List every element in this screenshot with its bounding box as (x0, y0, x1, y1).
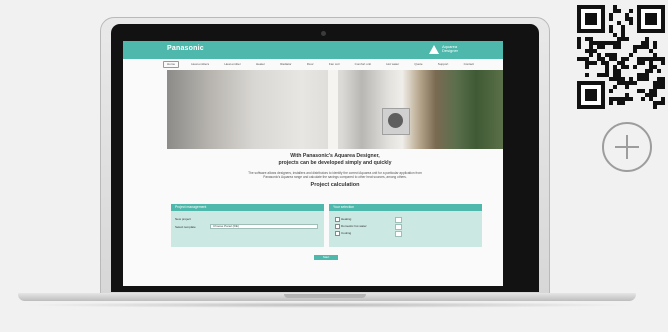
select-template-label: Select template (175, 225, 196, 229)
nav-item-2[interactable]: Heat emitter (221, 61, 243, 68)
brand-line-2: Designer (442, 48, 459, 53)
start-button[interactable]: Start (314, 255, 338, 260)
aquarea-brand: Aquarea Designer (429, 44, 491, 56)
nav-item-3[interactable]: Heater (253, 61, 268, 68)
selection-panel-title: Your selection (329, 204, 482, 211)
intro-text: The software allows designers, installer… (248, 171, 422, 180)
nav-item-7[interactable]: Comfort unit (352, 61, 374, 68)
cooling-checkbox[interactable] (335, 231, 340, 236)
option-cooling: Cooling (341, 230, 352, 235)
cooling-field[interactable] (395, 230, 402, 237)
hot-water-checkbox[interactable] (335, 224, 340, 229)
laptop-notch (284, 294, 366, 298)
project-panel-title: Project management (171, 204, 324, 211)
heating-checkbox[interactable] (335, 217, 340, 222)
laptop-shadow (20, 302, 634, 308)
nav-item-9[interactable]: Quote (411, 61, 425, 68)
heat-pump-unit (382, 108, 410, 135)
site-nav: Home Heat emitters Heat emitter Heater Radia… (163, 60, 477, 69)
nav-item-6[interactable]: Fan coil (326, 61, 343, 68)
qr-code-icon[interactable] (577, 5, 665, 109)
hot-water-field[interactable] (395, 223, 402, 230)
hero-heading: With Panasonic's Aquarea Designer, proje… (278, 153, 392, 166)
camera-icon (321, 31, 326, 36)
nav-item-4[interactable]: Radiator (277, 61, 294, 68)
project-panel: Project management New project Select te… (171, 204, 324, 247)
template-select[interactable]: Choose Panel (DE) (210, 224, 318, 229)
nav-item-10[interactable]: Support (435, 61, 452, 68)
nav-item-5[interactable]: Floor (304, 61, 317, 68)
nav-item-0[interactable]: Home (163, 61, 180, 68)
new-project-label[interactable]: New project (175, 217, 191, 221)
hero-image (167, 70, 503, 149)
nav-item-8[interactable]: Hot water (383, 61, 402, 68)
heating-field[interactable] (395, 216, 402, 223)
site-header: Panasonic Aquarea Designer (123, 41, 503, 59)
laptop-screen: Panasonic Aquarea Designer Home Heat emit… (123, 41, 503, 286)
selection-panel: Your selection Heating Domestic hot wate… (329, 204, 482, 247)
site-logo[interactable]: Panasonic (167, 45, 204, 52)
section-title: Project calculation (310, 182, 360, 188)
plus-icon[interactable] (602, 122, 652, 172)
option-heating: Heating (341, 216, 352, 221)
option-hot-water: Domestic hot water (341, 223, 367, 228)
nav-item-11[interactable]: Contact (461, 61, 477, 68)
nav-item-1[interactable]: Heat emitters (188, 61, 212, 68)
aquarea-logo-icon (429, 45, 439, 54)
